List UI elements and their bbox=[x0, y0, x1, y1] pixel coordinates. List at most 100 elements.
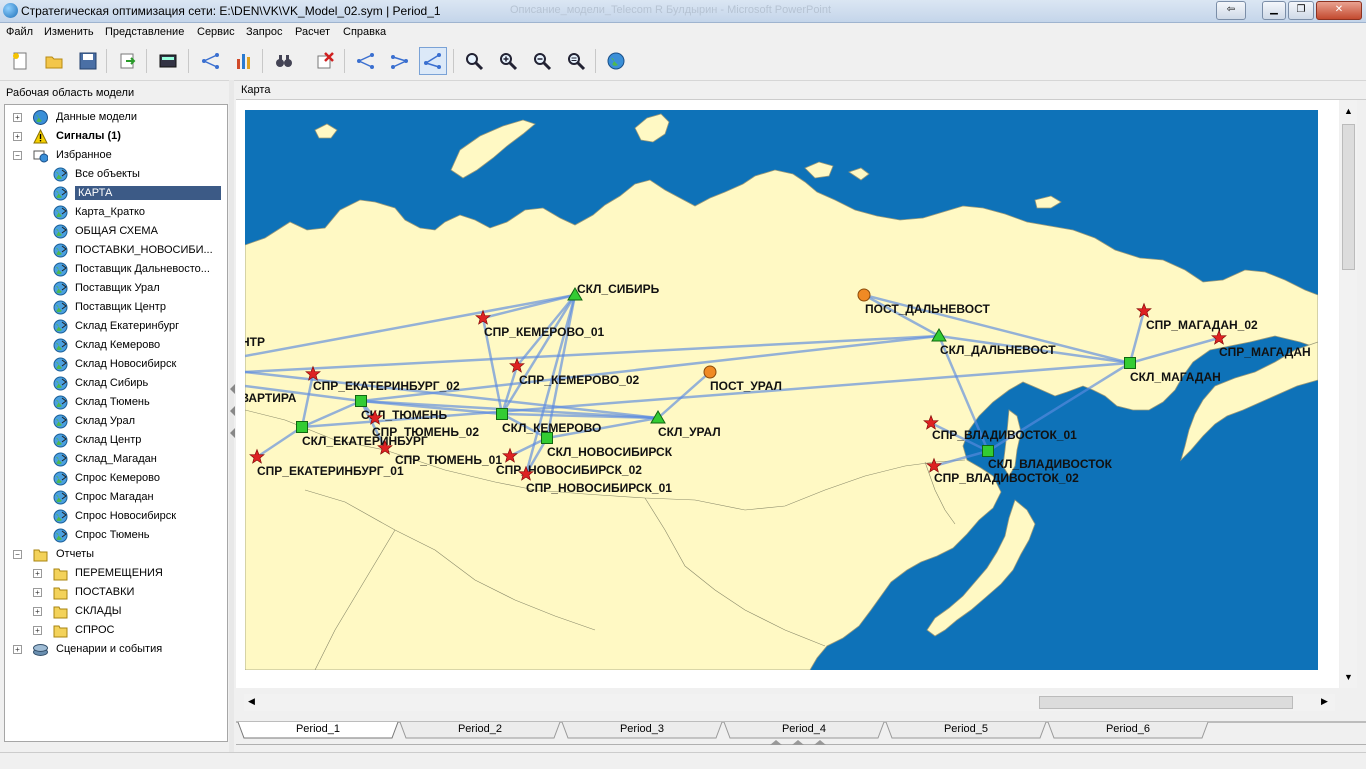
tab-period-3[interactable]: Period_3 bbox=[568, 720, 716, 738]
tree-item-17[interactable]: Склад Центр bbox=[5, 431, 225, 450]
menu-help[interactable]: Справка bbox=[343, 26, 386, 38]
menu-file[interactable]: Файл bbox=[6, 26, 33, 38]
open-folder-icon[interactable] bbox=[40, 47, 68, 75]
background-window-title: Описание_модели_Telecom R Булдырин - Mic… bbox=[510, 4, 832, 16]
network-map[interactable]: СКЛ_СИБИРЬ СПР_КЕМЕРОВО_01 СПР_КЕМЕРОВО_02… bbox=[245, 110, 1318, 670]
warehouse-marker[interactable] bbox=[541, 432, 553, 444]
tab-period-4[interactable]: Period_4 bbox=[730, 720, 878, 738]
vertical-scroll-thumb[interactable] bbox=[1342, 124, 1355, 270]
scroll-down-arrow-icon[interactable]: ▼ bbox=[1342, 672, 1355, 684]
delete-icon[interactable] bbox=[311, 47, 339, 75]
globe-icon[interactable] bbox=[602, 47, 630, 75]
network-view-2-icon[interactable] bbox=[386, 47, 414, 75]
tree-item-2[interactable]: − Избранное bbox=[5, 146, 225, 165]
tree-item-4[interactable]: КАРТА bbox=[5, 184, 225, 203]
zoom-in-icon[interactable] bbox=[494, 47, 522, 75]
tree-item-21[interactable]: Спрос Новосибирск bbox=[5, 507, 225, 526]
warehouse-marker[interactable] bbox=[296, 421, 308, 433]
map-node[interactable]: ЕНТР bbox=[245, 335, 265, 349]
warehouse-marker[interactable] bbox=[355, 395, 367, 407]
tree-item-19[interactable]: Спрос Кемерово bbox=[5, 469, 225, 488]
tree-item-18[interactable]: Склад_Магадан bbox=[5, 450, 225, 469]
scroll-left-arrow-icon[interactable]: ◀ bbox=[248, 696, 255, 707]
tree-item-22[interactable]: Спрос Тюмень bbox=[5, 526, 225, 545]
expand-icon[interactable]: + bbox=[33, 626, 42, 635]
zoom-out-icon[interactable] bbox=[528, 47, 556, 75]
tree-item-7[interactable]: ПОСТАВКИ_НОВОСИБИ... bbox=[5, 241, 225, 260]
map-node[interactable]: КВАРТИРА bbox=[245, 391, 297, 405]
supplier-marker[interactable] bbox=[703, 365, 717, 379]
warehouse-marker[interactable] bbox=[1124, 357, 1136, 369]
collapse-handles[interactable] bbox=[230, 382, 235, 442]
minimize-button[interactable]: ▁ bbox=[1262, 1, 1286, 20]
tree-item-8[interactable]: Поставщик Дальневосто... bbox=[5, 260, 225, 279]
menu-edit[interactable]: Изменить bbox=[44, 26, 94, 38]
menu-service[interactable]: Сервис bbox=[197, 26, 235, 38]
map-canvas[interactable]: СКЛ_СИБИРЬ СПР_КЕМЕРОВО_01 СПР_КЕМЕРОВО_02… bbox=[245, 110, 1318, 670]
expand-icon[interactable]: + bbox=[33, 588, 42, 597]
tree-item-26[interactable]: + СКЛАДЫ bbox=[5, 602, 225, 621]
title-bar: Стратегическая оптимизация сети: E:\DEN\… bbox=[0, 0, 1366, 23]
tree-item-12[interactable]: Склад Кемерово bbox=[5, 336, 225, 355]
tree-item-25[interactable]: + ПОСТАВКИ bbox=[5, 583, 225, 602]
zoom-reset-icon[interactable] bbox=[562, 47, 590, 75]
calculator-icon[interactable] bbox=[154, 47, 182, 75]
network-view-1-icon[interactable] bbox=[352, 47, 380, 75]
collapse-icon[interactable]: − bbox=[13, 151, 22, 160]
map-view-icon bbox=[53, 490, 68, 505]
tab-period-1[interactable]: Period_1 bbox=[244, 720, 392, 738]
bar-chart-icon[interactable] bbox=[230, 47, 258, 75]
tree-item-15[interactable]: Склад Тюмень bbox=[5, 393, 225, 412]
tree-item-14[interactable]: Склад Сибирь bbox=[5, 374, 225, 393]
close-button[interactable]: ✕ bbox=[1316, 1, 1362, 20]
menu-calc[interactable]: Расчет bbox=[295, 26, 330, 38]
tree-item-11[interactable]: Склад Екатеринбург bbox=[5, 317, 225, 336]
tree-item-1[interactable]: + Сигналы (1) bbox=[5, 127, 225, 146]
save-icon[interactable] bbox=[74, 47, 102, 75]
expand-icon[interactable]: + bbox=[33, 569, 42, 578]
map-view-icon bbox=[53, 205, 68, 220]
tree-item-28[interactable]: + Сценарии и события bbox=[5, 640, 225, 659]
app-globe-icon bbox=[3, 3, 18, 18]
horizontal-scrollbar[interactable]: ◀ ▶ bbox=[244, 694, 1335, 711]
maximize-button[interactable]: ❐ bbox=[1288, 1, 1314, 20]
expand-icon[interactable]: + bbox=[13, 113, 22, 122]
menu-query[interactable]: Запрос bbox=[246, 26, 282, 38]
new-file-icon[interactable] bbox=[6, 47, 34, 75]
collapse-icon[interactable]: − bbox=[13, 550, 22, 559]
expand-icon[interactable]: + bbox=[13, 132, 22, 141]
tree-item-0[interactable]: + Данные модели bbox=[5, 108, 225, 127]
menu-view[interactable]: Представление bbox=[105, 26, 184, 38]
export-icon[interactable] bbox=[114, 47, 142, 75]
expand-icon[interactable]: + bbox=[33, 607, 42, 616]
scroll-right-arrow-icon[interactable]: ▶ bbox=[1321, 696, 1328, 707]
vertical-scrollbar[interactable]: ▲ ▼ bbox=[1340, 100, 1357, 688]
tree-item-16[interactable]: Склад Урал bbox=[5, 412, 225, 431]
warehouse-marker[interactable] bbox=[496, 408, 508, 420]
tree-item-9[interactable]: Поставщик Урал bbox=[5, 279, 225, 298]
tree-item-24[interactable]: + ПЕРЕМЕЩЕНИЯ bbox=[5, 564, 225, 583]
tree-item-5[interactable]: Карта_Кратко bbox=[5, 203, 225, 222]
tree-item-13[interactable]: Склад Новосибирск bbox=[5, 355, 225, 374]
tree-item-23[interactable]: − Отчеты bbox=[5, 545, 225, 564]
scroll-up-arrow-icon[interactable]: ▲ bbox=[1342, 106, 1355, 118]
horizontal-scroll-thumb[interactable] bbox=[1039, 696, 1293, 709]
zoom-icon[interactable] bbox=[460, 47, 488, 75]
binoculars-icon[interactable] bbox=[270, 47, 298, 75]
supplier-marker[interactable] bbox=[857, 288, 871, 302]
tree-item-6[interactable]: ОБЩАЯ СХЕМА bbox=[5, 222, 225, 241]
network-icon[interactable] bbox=[197, 47, 225, 75]
tree-item-20[interactable]: Спрос Магадан bbox=[5, 488, 225, 507]
tree-item-3[interactable]: Все объекты bbox=[5, 165, 225, 184]
expand-icon[interactable]: + bbox=[13, 645, 22, 654]
tree-item-27[interactable]: + СПРОС bbox=[5, 621, 225, 640]
warehouse-marker[interactable] bbox=[982, 445, 994, 457]
tab-period-2[interactable]: Period_2 bbox=[406, 720, 554, 738]
tree-item-10[interactable]: Поставщик Центр bbox=[5, 298, 225, 317]
tree-item-label: СПРОС bbox=[75, 624, 115, 636]
network-view-3-icon[interactable] bbox=[419, 47, 447, 75]
bottom-splitter[interactable] bbox=[236, 740, 1366, 751]
tab-period-5[interactable]: Period_5 bbox=[892, 720, 1040, 738]
tab-period-6[interactable]: Period_6 bbox=[1054, 720, 1202, 738]
restore-icon[interactable]: ⇦ bbox=[1216, 1, 1246, 20]
